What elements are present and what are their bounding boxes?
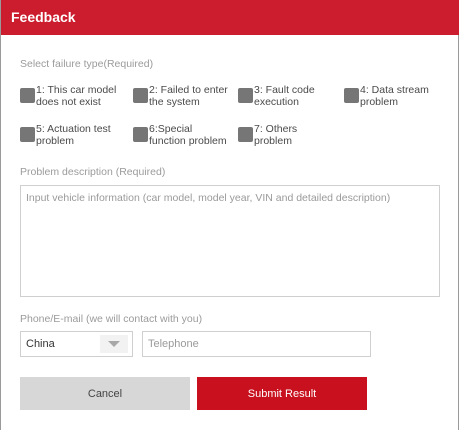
textarea-placeholder: Input vehicle information (car model, mo… [26,192,391,204]
contact-label: Phone/E-mail (we will contact with you) [20,313,203,325]
failure-option-label: 4: Data stream problem [360,84,429,108]
failure-option-5[interactable]: 5: Actuation test problem [20,123,132,149]
failure-option-label: 3: Fault code execution [254,84,315,108]
problem-description-label: Problem description (Required) [20,166,166,178]
checkbox-icon[interactable] [238,127,253,142]
failure-option-3[interactable]: 3: Fault code execution [238,84,342,110]
checkbox-icon[interactable] [133,88,148,103]
problem-description-textarea[interactable]: Input vehicle information (car model, mo… [20,185,440,297]
failure-option-4[interactable]: 4: Data stream problem [344,84,452,110]
checkbox-icon[interactable] [20,88,35,103]
failure-option-label: 2: Failed to enter the system [149,84,228,108]
failure-option-6[interactable]: 6:Special function problem [133,123,237,149]
checkbox-icon[interactable] [238,88,253,103]
failure-option-label: 7: Others problem [254,123,298,147]
telephone-placeholder: Telephone [148,338,199,350]
failure-option-1[interactable]: 1: This car model does not exist [20,84,132,110]
dialog-header: Feedback [1,0,459,35]
failure-option-2[interactable]: 2: Failed to enter the system [133,84,237,110]
dialog-title: Feedback [11,9,76,25]
telephone-input[interactable]: Telephone [142,331,371,357]
cancel-button[interactable]: Cancel [20,377,190,410]
submit-result-button[interactable]: Submit Result [197,377,367,410]
country-value: China [26,338,55,350]
country-select[interactable]: China [20,331,133,357]
failure-option-label: 6:Special function problem [149,123,227,147]
failure-option-label: 5: Actuation test problem [36,123,111,147]
failure-option-7[interactable]: 7: Others problem [238,123,342,149]
feedback-dialog: Feedback Select failure type(Required) 1… [0,0,459,430]
failure-option-label: 1: This car model does not exist [36,84,117,108]
failure-type-label: Select failure type(Required) [20,58,154,70]
checkbox-icon[interactable] [344,88,359,103]
checkbox-icon[interactable] [20,127,35,142]
checkbox-icon[interactable] [133,127,148,142]
chevron-down-icon[interactable] [100,335,128,353]
